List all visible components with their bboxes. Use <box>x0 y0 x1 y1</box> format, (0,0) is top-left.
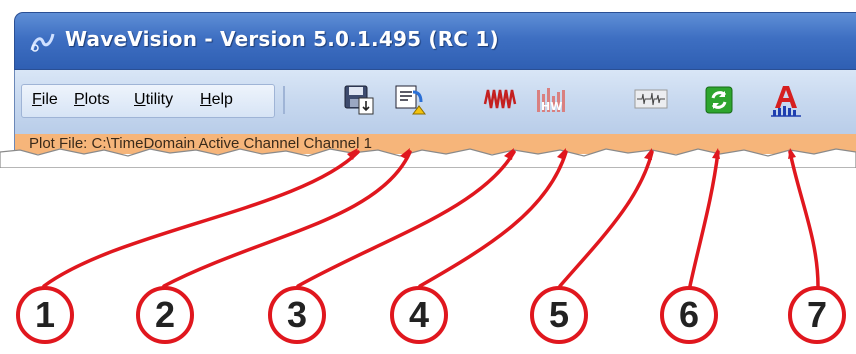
screenshot-stage: WaveVision - Version 5.0.1.495 (RC 1) Fi… <box>0 0 856 354</box>
callout-number-4: 4 <box>390 286 448 344</box>
callout-number-6: 6 <box>660 286 718 344</box>
callout-number-5: 5 <box>530 286 588 344</box>
callout-number-2: 2 <box>136 286 194 344</box>
callout-number-7: 7 <box>788 286 846 344</box>
callout-number-1: 1 <box>16 286 74 344</box>
callout-number-3: 3 <box>268 286 326 344</box>
